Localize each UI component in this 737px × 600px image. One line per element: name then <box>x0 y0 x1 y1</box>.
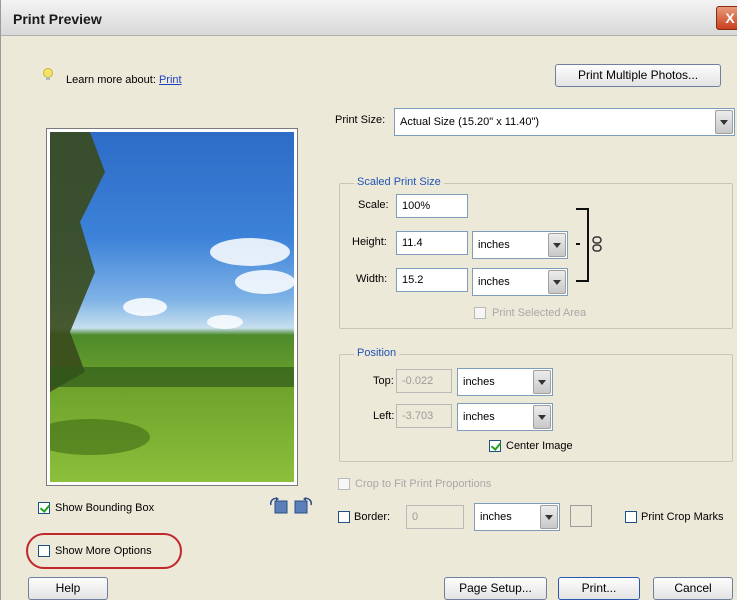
print-size-select[interactable]: Actual Size (15.20" x 11.40") <box>394 108 735 136</box>
print-crop-marks-label: Print Crop Marks <box>641 511 724 523</box>
print-help-link[interactable]: Print <box>159 74 182 86</box>
close-button[interactable]: X <box>716 6 737 30</box>
height-unit-select[interactable]: inches <box>472 231 568 259</box>
top-unit-select[interactable]: inches <box>457 368 553 396</box>
center-image-checkbox[interactable] <box>489 440 501 452</box>
center-image-label: Center Image <box>506 440 573 452</box>
show-bounding-box-label: Show Bounding Box <box>55 502 155 514</box>
width-unit-select[interactable]: inches <box>472 268 568 296</box>
chevron-down-icon[interactable] <box>533 405 551 429</box>
border-color-swatch[interactable] <box>570 505 592 527</box>
print-selected-area-label: Print Selected Area <box>492 307 587 319</box>
crop-to-fit-checkbox[interactable] <box>338 478 350 490</box>
show-more-options-checkbox[interactable] <box>38 545 50 557</box>
preview-photo <box>50 132 294 482</box>
learn-more-text: Learn more about: Print <box>66 74 182 86</box>
chevron-down-icon[interactable] <box>715 110 733 134</box>
print-preview-dialog: Print Preview X Learn more about: Print … <box>0 0 737 600</box>
image-preview <box>46 128 298 486</box>
chevron-down-icon[interactable] <box>533 370 551 394</box>
border-label: Border: <box>354 511 391 523</box>
close-icon: X <box>725 10 735 26</box>
print-size-label: Print Size: <box>335 114 386 126</box>
show-bounding-box-checkbox[interactable] <box>38 502 50 514</box>
lightbulb-icon <box>41 68 55 82</box>
top-label: Top: <box>373 375 394 387</box>
height-input[interactable]: 11.4 <box>396 231 468 255</box>
print-selected-area-checkbox[interactable] <box>474 307 486 319</box>
rotate-left-icon[interactable] <box>269 497 289 515</box>
print-size-value: Actual Size (15.20" x 11.40") <box>400 116 540 128</box>
border-checkbox[interactable] <box>338 511 350 523</box>
help-button[interactable]: Help <box>28 577 108 600</box>
left-label: Left: <box>373 410 395 422</box>
scale-input[interactable]: 100% <box>396 194 468 218</box>
position-legend: Position <box>354 347 400 359</box>
learn-more-prefix: Learn more about: <box>66 74 156 86</box>
rotate-right-icon[interactable] <box>293 497 313 515</box>
border-unit-select[interactable]: inches <box>474 503 560 531</box>
print-crop-marks-checkbox[interactable] <box>625 511 637 523</box>
width-label: Width: <box>356 273 388 285</box>
width-unit-value: inches <box>478 276 510 288</box>
width-input[interactable]: 15.2 <box>396 268 468 292</box>
left-unit-select[interactable]: inches <box>457 403 553 431</box>
border-width-input[interactable]: 0 <box>406 505 464 529</box>
cancel-button[interactable]: Cancel <box>653 577 733 600</box>
show-more-options-label: Show More Options <box>55 545 152 557</box>
height-unit-value: inches <box>478 239 510 251</box>
scaled-print-size-legend: Scaled Print Size <box>354 176 444 188</box>
height-label: Height: <box>352 236 387 248</box>
chevron-down-icon[interactable] <box>548 233 566 257</box>
top-unit-value: inches <box>463 376 495 388</box>
chevron-down-icon[interactable] <box>540 505 558 529</box>
left-input[interactable]: -3.703 <box>396 404 452 428</box>
chain-link-icon[interactable] <box>592 236 602 252</box>
border-unit-value: inches <box>480 511 512 523</box>
dialog-title: Print Preview <box>13 11 102 27</box>
left-unit-value: inches <box>463 411 495 423</box>
print-button[interactable]: Print... <box>558 577 640 600</box>
title-bar: Print Preview X <box>1 0 737 36</box>
page-setup-button[interactable]: Page Setup... <box>444 577 547 600</box>
chevron-down-icon[interactable] <box>548 270 566 294</box>
scale-label: Scale: <box>358 199 389 211</box>
crop-to-fit-label: Crop to Fit Print Proportions <box>355 478 492 490</box>
top-input[interactable]: -0.022 <box>396 369 452 393</box>
print-multiple-photos-button[interactable]: Print Multiple Photos... <box>555 64 721 87</box>
